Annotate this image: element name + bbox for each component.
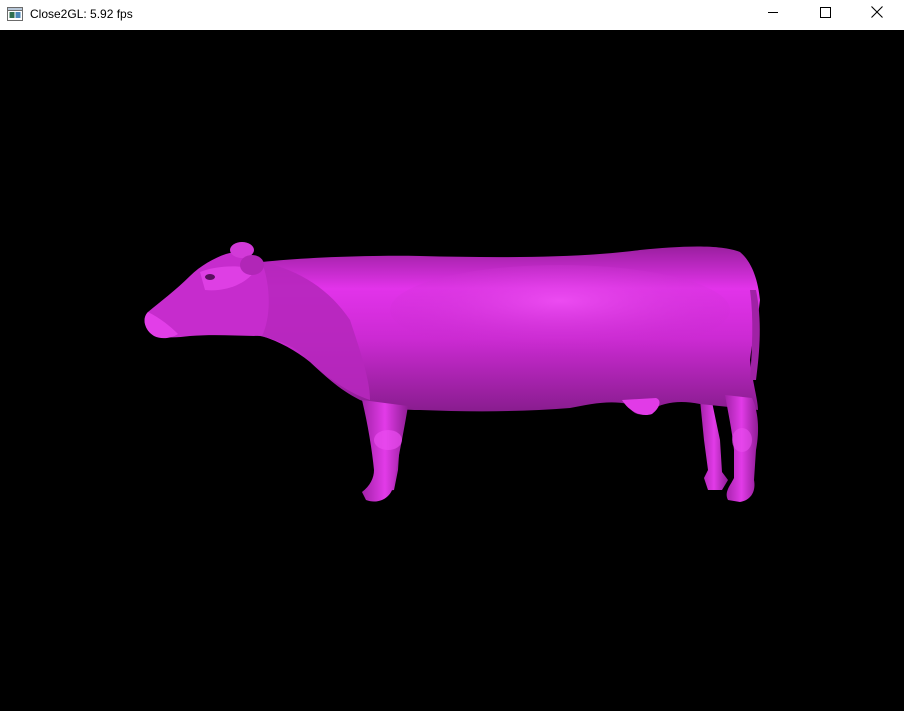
cow-ear [240,255,264,275]
title-bar[interactable]: Close2GL: 5.92 fps [0,0,904,30]
minimize-button[interactable] [750,0,796,28]
window-title: Close2GL: 5.92 fps [30,7,133,21]
app-icon [7,7,23,21]
render-viewport[interactable] [0,30,904,711]
cow-rear-knee [732,428,752,452]
close-icon [870,5,884,24]
cow-flank-highlight [390,265,730,355]
cow-udder [622,398,660,416]
maximize-icon [819,5,831,23]
cow-model [144,242,760,502]
cow-eye [205,274,215,280]
close-button[interactable] [854,0,900,28]
cow-render [144,242,760,502]
cow-rear-leg-far [700,400,728,490]
app-window: Close2GL: 5.92 fps [0,0,904,711]
cow-front-leg-near [362,400,408,502]
maximize-button[interactable] [802,0,848,28]
cow-front-knee [374,430,402,450]
minimize-icon [767,5,779,23]
